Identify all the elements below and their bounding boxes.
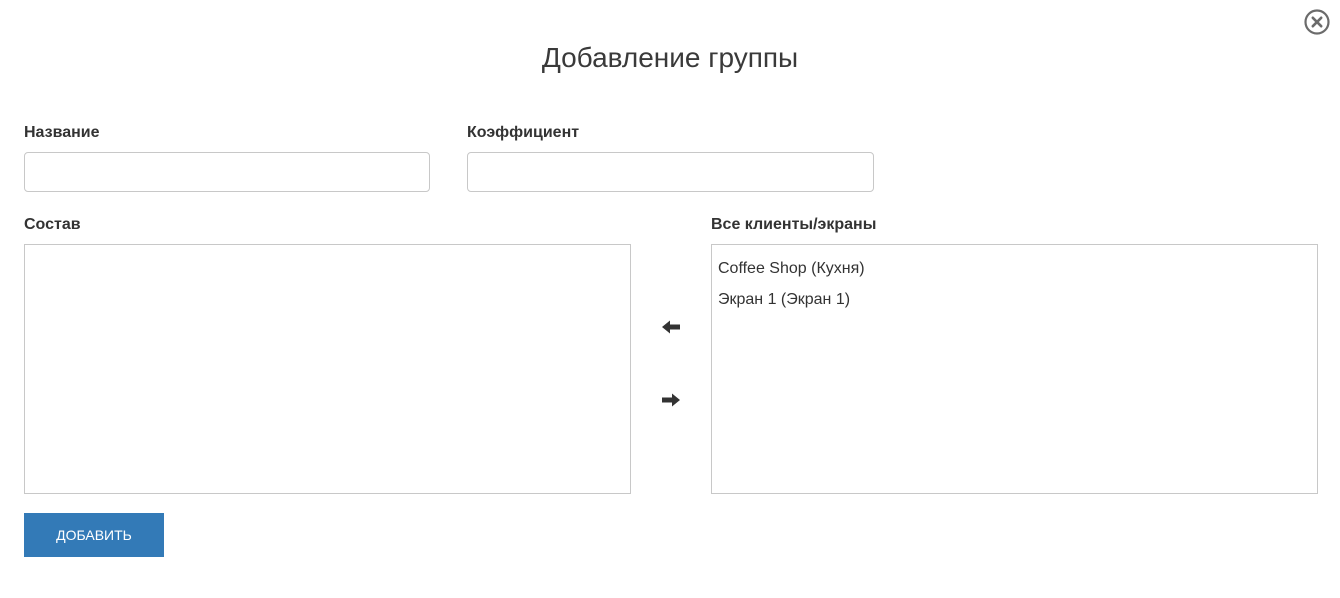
add-button[interactable]: ДОБАВИТЬ xyxy=(24,513,164,557)
composition-listbox[interactable] xyxy=(24,244,631,494)
all-clients-label: Все клиенты/экраны xyxy=(711,216,877,233)
name-input[interactable] xyxy=(24,152,430,192)
coefficient-input[interactable] xyxy=(467,152,874,192)
close-icon[interactable] xyxy=(1303,8,1331,36)
arrow-right-icon[interactable] xyxy=(660,391,682,409)
composition-label: Состав xyxy=(24,216,81,233)
coefficient-label: Коэффициент xyxy=(467,124,580,141)
name-label: Название xyxy=(24,124,100,141)
dialog-title: Добавление группы xyxy=(541,42,799,73)
list-item[interactable]: Coffee Shop (Кухня) xyxy=(718,253,1311,284)
arrow-left-icon[interactable] xyxy=(660,318,682,336)
add-group-dialog: Добавление группы Название Коэффициент С… xyxy=(0,0,1340,598)
list-item[interactable]: Экран 1 (Экран 1) xyxy=(718,284,1311,315)
all-clients-listbox[interactable]: Coffee Shop (Кухня) Экран 1 (Экран 1) xyxy=(711,244,1318,494)
